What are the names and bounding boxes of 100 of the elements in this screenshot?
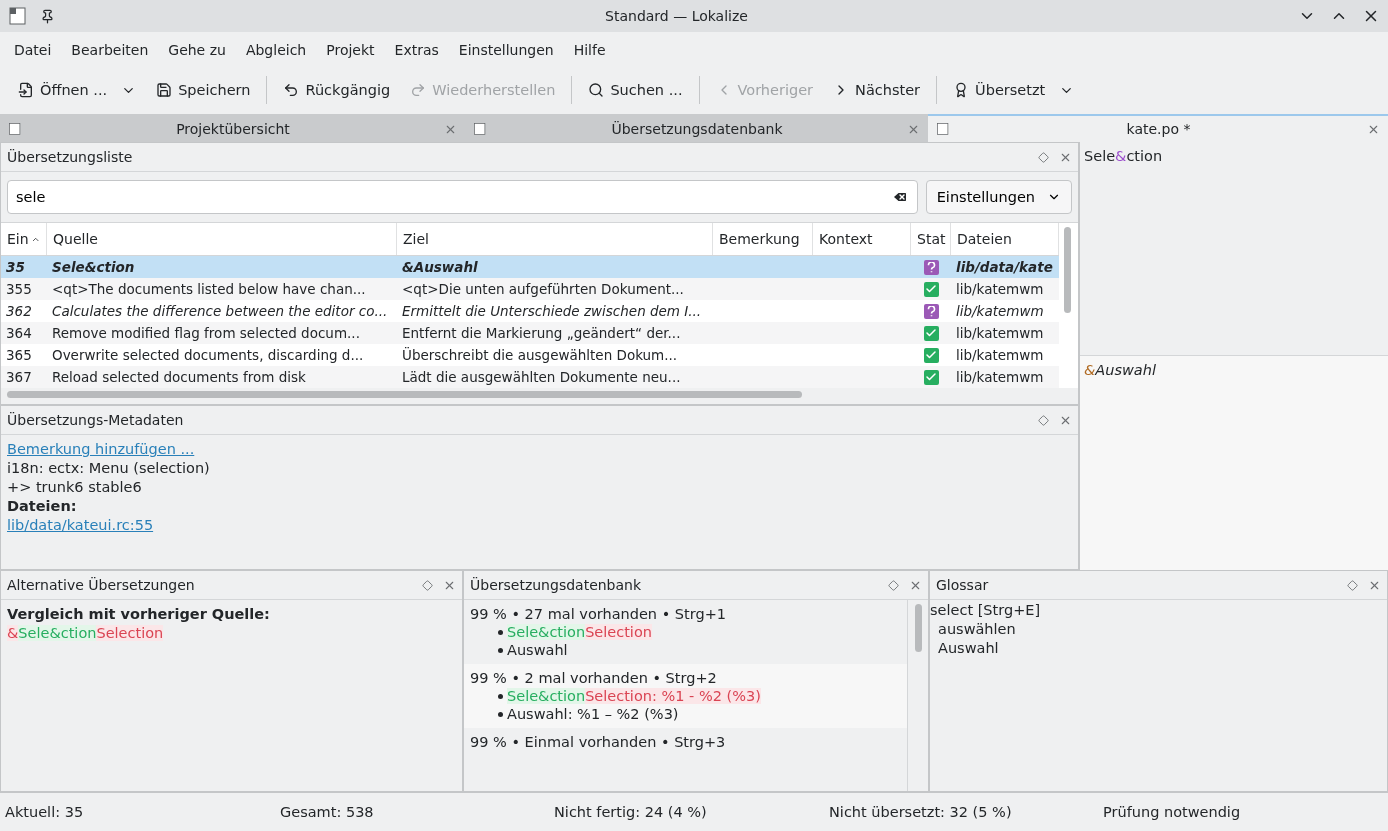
- table-cell-text: Reload selected documents from disk: [51, 368, 307, 387]
- toolbar-button[interactable]: Nächster: [825, 78, 929, 102]
- float-icon[interactable]: [1038, 151, 1049, 163]
- dock-title: Glossar: [936, 577, 990, 593]
- table-cell-text: Lädt die ausgewählten Dokumente neu...: [401, 368, 682, 387]
- table-cell-text: &Auswahl: [401, 258, 479, 277]
- table-cell-text: Sele&ction: [51, 258, 136, 277]
- document-icon: [936, 122, 950, 136]
- table-cell-text: lib/katemwm: [955, 368, 1045, 387]
- column-header[interactable]: Quelle: [47, 223, 397, 255]
- table-cell-text: Remove modified flag from selected docum...: [51, 324, 361, 343]
- dock-title: Alternative Übersetzungen: [7, 577, 196, 593]
- undo-icon: [283, 82, 300, 98]
- window-title: Standard — Lokalize: [604, 8, 749, 24]
- toolbar-button[interactable]: Übersetzt: [945, 78, 1083, 102]
- table-cell-text: lib/katemwm: [955, 302, 1045, 321]
- table-cell-text: lib/katemwm: [955, 324, 1045, 343]
- table-cell-text: 364: [5, 324, 33, 343]
- toolbar-button[interactable]: Speichern: [148, 78, 259, 102]
- match-source: Sele&ctionSelection: %1 - %2 (%3): [507, 688, 761, 704]
- tab[interactable]: kate.po *: [928, 114, 1388, 142]
- float-icon[interactable]: [1038, 414, 1049, 426]
- status-text: Prüfung notwendig: [1103, 803, 1242, 820]
- match-header[interactable]: 99 % • 27 mal vorhanden • Strg+1: [470, 606, 901, 622]
- table-row[interactable]: 367 Reload selected documents from disk Lädt die ausgewählten Dokumente neu... lib/katemwm: [1, 366, 1059, 388]
- dock-title: Übersetzungsliste: [7, 149, 134, 165]
- scrollbar-thumb[interactable]: [7, 391, 802, 398]
- table-cell-text: Overwrite selected documents, discarding d...: [51, 346, 365, 365]
- table-cell-text: <qt>The documents listed below have chan...: [51, 280, 367, 299]
- status-text: Nicht fertig: 24 (4 %): [554, 803, 708, 820]
- column-header[interactable]: Bemerkung: [713, 223, 813, 255]
- menu-item[interactable]: Hilfe: [563, 42, 616, 58]
- search-field[interactable]: sele: [7, 180, 918, 214]
- column-header[interactable]: Kontext: [813, 223, 911, 255]
- document-icon: [18, 82, 34, 98]
- menu-item[interactable]: Datei: [4, 42, 62, 58]
- search-icon: [588, 82, 605, 98]
- toolbar-button[interactable]: Rückgängig: [275, 78, 399, 102]
- column-header[interactable]: Ein: [1, 223, 47, 255]
- column-header[interactable]: Dateien: [951, 223, 1059, 255]
- table-cell-text: 35: [5, 258, 26, 277]
- match-header[interactable]: 99 % • 2 mal vorhanden • Strg+2: [470, 670, 901, 686]
- scrollbar-thumb[interactable]: [1064, 227, 1071, 313]
- toolbar-button[interactable]: Öffnen ...: [10, 78, 145, 102]
- link[interactable]: Bemerkung hinzufügen ...: [7, 441, 195, 457]
- float-icon[interactable]: [422, 579, 433, 591]
- table-cell-text: 367: [5, 368, 33, 387]
- column-header[interactable]: Ziel: [397, 223, 713, 255]
- document-icon: [473, 122, 487, 136]
- pin-icon[interactable]: [40, 8, 55, 24]
- diff-text: &Sele&ctionSelection: [7, 625, 165, 641]
- status-text: Gesamt: 538: [280, 803, 375, 820]
- status-text: Nicht übersetzt: 32 (5 %): [829, 803, 1013, 820]
- metadata-text: +> trunk6 stable6: [7, 479, 143, 495]
- toolbar-button[interactable]: Suchen ...: [580, 78, 691, 102]
- metadata-text: i18n: ectx: Menu (selection): [7, 460, 211, 476]
- table-row[interactable]: 364 Remove modified flag from selected docum... Entfernt die Markierung „geändert“ der... lib/katemwm: [1, 322, 1059, 344]
- menu-item[interactable]: Einstellungen: [448, 42, 564, 58]
- app-icon: [8, 6, 28, 26]
- glossary-term[interactable]: select [Strg+E]: [930, 602, 1387, 618]
- glossary-translation: auswählen: [937, 621, 1017, 637]
- table-cell-text: 365: [5, 346, 33, 365]
- menu-item[interactable]: Abgleich: [235, 42, 317, 58]
- match-source: Sele&ctionSelection: [507, 624, 652, 640]
- menu-item[interactable]: Projekt: [316, 42, 385, 58]
- table-cell-text: 362: [5, 302, 33, 321]
- table-cell-text: 355: [5, 280, 33, 299]
- match-header[interactable]: 99 % • Einmal vorhanden • Strg+3: [470, 734, 901, 750]
- table-cell-text: lib/data/kate: [955, 258, 1054, 277]
- float-icon[interactable]: [888, 579, 899, 591]
- glossary-translation: Auswahl: [937, 640, 1000, 656]
- float-icon[interactable]: [1347, 579, 1358, 591]
- table-row[interactable]: 355 <qt>The documents listed below have chan... <qt>Die unten aufgeführten Dokument... lib/katemwm: [1, 278, 1059, 300]
- match-target: Auswahl: %1 – %2 (%3): [507, 706, 679, 722]
- menu-item[interactable]: Extras: [384, 42, 449, 58]
- link[interactable]: lib/data/kateui.rc:55: [7, 517, 154, 533]
- table-cell-text: lib/katemwm: [955, 346, 1045, 365]
- status-text: Aktuell: 35: [5, 803, 85, 820]
- table-cell-text: Entfernt die Markierung „geändert“ der...: [401, 324, 682, 343]
- settings-button[interactable]: Einstellungen: [925, 180, 1072, 214]
- table-cell-text: Ermittelt die Unterschiede zwischen dem I...: [401, 302, 703, 321]
- table-cell-text: Überschreibt die ausgewählten Dokum...: [401, 346, 679, 365]
- source-text: Sele&ction: [1084, 148, 1163, 164]
- document-icon: [8, 122, 22, 136]
- table-cell-text: <qt>Die unten aufgeführten Dokument...: [401, 280, 685, 299]
- table-cell-text: Calculates the difference between the editor co...: [51, 302, 389, 321]
- translation-text[interactable]: &Auswahl: [1084, 362, 1156, 378]
- column-header[interactable]: Stat: [911, 223, 951, 255]
- menu-item[interactable]: Gehe zu: [158, 42, 236, 58]
- metadata-text: Dateien:: [7, 498, 78, 514]
- dock-title: Übersetzungsdatenbank: [470, 577, 643, 593]
- save-icon: [156, 82, 173, 98]
- redo-icon: [410, 82, 427, 98]
- table-row[interactable]: 35 Sele&ction &Auswahl lib/data/kate: [1, 256, 1059, 278]
- menu-item[interactable]: Bearbeiten: [61, 42, 159, 58]
- diff-heading: Vergleich mit vorheriger Quelle:: [7, 606, 271, 622]
- table-cell-text: lib/katemwm: [955, 280, 1045, 299]
- dock-title: Übersetzungs-Metadaten: [7, 412, 185, 428]
- match-target: Auswahl: [507, 642, 568, 658]
- scrollbar-thumb[interactable]: [914, 604, 922, 652]
